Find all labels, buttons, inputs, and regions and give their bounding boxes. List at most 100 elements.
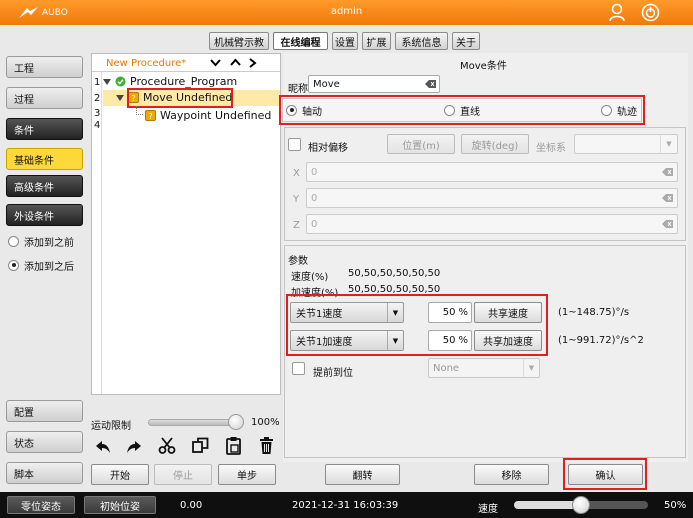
copy-icon[interactable] — [192, 437, 209, 454]
speed-slider-handle[interactable] — [572, 496, 590, 514]
tab-online-programming[interactable]: 在线编程 — [273, 32, 328, 50]
insert-after-radio[interactable] — [8, 259, 19, 271]
move-type-joint[interactable]: 轴动 — [286, 103, 322, 118]
initial-pose-button[interactable]: 初始位姿 — [84, 496, 156, 514]
undo-icon[interactable] — [94, 439, 112, 455]
move-item-highlight — [127, 88, 233, 108]
clear-icon[interactable] — [662, 194, 674, 202]
joint-speed-range: (1~148.75)°/s — [558, 307, 630, 318]
nav-advanced-condition[interactable]: 高级条件 — [6, 175, 83, 197]
svg-text:?: ? — [148, 112, 152, 121]
nav-config[interactable]: 配置 — [6, 400, 83, 422]
trajectory-radio[interactable] — [601, 104, 612, 116]
tab-settings[interactable]: 设置 — [332, 32, 358, 50]
status-value: 0.00 — [180, 500, 203, 511]
relative-offset-label: 相对偏移 — [308, 143, 348, 154]
y-input[interactable]: 0 — [306, 188, 678, 208]
relative-offset-checkbox[interactable] — [288, 138, 301, 151]
insert-before-radio[interactable] — [8, 235, 19, 247]
joint-accel-value: 50 — [442, 335, 456, 346]
move-up-icon[interactable] — [230, 58, 241, 67]
nickname-label: 昵称 — [288, 84, 308, 95]
joint-radio[interactable] — [286, 104, 297, 116]
nav-process[interactable]: 过程 — [6, 87, 83, 109]
motion-limit-value: 100% — [251, 417, 280, 428]
procedure-title[interactable]: New Procedure* — [106, 58, 186, 69]
paste-icon[interactable] — [225, 436, 242, 455]
tab-about[interactable]: 关于 — [452, 32, 480, 50]
joint-label: 轴动 — [302, 106, 322, 118]
nav-project[interactable]: 工程 — [6, 56, 83, 78]
joint-accel-select-value: 关节1加速度 — [296, 337, 353, 348]
expand-all-icon[interactable] — [210, 58, 221, 67]
nav-basic-condition[interactable]: 基础条件 — [6, 148, 83, 170]
motion-limit-handle[interactable] — [228, 414, 244, 430]
tree-item-waypoint[interactable]: ? Waypoint Undefined — [145, 109, 271, 122]
tab-system-info[interactable]: 系统信息 — [395, 32, 448, 50]
position-button[interactable]: 位置(m) — [387, 134, 455, 154]
insert-before-label: 添加到之前 — [24, 237, 74, 249]
collapse-arrow-icon[interactable] — [116, 94, 124, 101]
nav-status[interactable]: 状态 — [6, 431, 83, 453]
x-label: X — [293, 168, 300, 179]
tree-item-waypoint-label: Waypoint Undefined — [160, 109, 272, 122]
move-type-linear[interactable]: 直线 — [444, 103, 480, 118]
nav-condition[interactable]: 条件 — [6, 118, 83, 140]
linear-radio[interactable] — [444, 104, 455, 116]
joint-accel-select[interactable]: 关节1加速度 ▼ — [290, 330, 404, 351]
shared-acceleration-button[interactable]: 共享加速度 — [474, 330, 542, 351]
zero-pose-button[interactable]: 零位姿态 — [7, 496, 75, 514]
joint-speed-select-value: 关节1速度 — [296, 309, 343, 320]
x-input[interactable]: 0 — [306, 162, 678, 182]
collapse-arrow-icon[interactable] — [103, 78, 111, 85]
user-icon[interactable] — [608, 3, 626, 22]
speed-slider-fill — [514, 501, 581, 509]
chevron-down-icon[interactable]: ▼ — [660, 135, 677, 153]
move-down-icon[interactable] — [248, 58, 257, 68]
cut-icon[interactable] — [158, 437, 176, 455]
speed-label: 速度(%) — [291, 272, 329, 283]
coordinate-system-label: 坐标系 — [536, 143, 566, 154]
clear-icon[interactable] — [662, 168, 674, 176]
joint-accel-input[interactable]: 50% — [428, 330, 472, 351]
insert-after-option[interactable]: 添加到之后 — [8, 258, 74, 273]
motion-limit-track[interactable] — [148, 419, 236, 426]
confirm-button[interactable]: 确认 — [568, 464, 643, 485]
shared-speed-button[interactable]: 共享速度 — [474, 302, 542, 323]
stop-button[interactable]: 停止 — [154, 464, 212, 485]
joint-speed-select[interactable]: 关节1速度 ▼ — [290, 302, 404, 323]
z-label: Z — [293, 220, 300, 231]
move-type-trajectory[interactable]: 轨迹 — [601, 103, 637, 118]
clear-icon[interactable] — [425, 80, 437, 88]
z-input[interactable]: 0 — [306, 214, 678, 234]
chevron-down-icon[interactable]: ▼ — [387, 303, 403, 322]
nav-peripheral-condition[interactable]: 外设条件 — [6, 204, 83, 226]
chevron-down-icon[interactable]: ▼ — [387, 331, 403, 350]
line-number-1: 1 — [94, 77, 101, 88]
joint-accel-unit: % — [458, 335, 468, 346]
rotation-button[interactable]: 旋转(deg) — [461, 134, 529, 154]
tree-item-procedure[interactable]: Procedure_Program — [103, 75, 237, 88]
speed-label: 速度 — [478, 504, 498, 515]
flip-button[interactable]: 翻转 — [325, 464, 400, 485]
advance-arrival-checkbox[interactable] — [292, 362, 305, 375]
y-value: 0 — [311, 192, 318, 204]
redo-icon[interactable] — [125, 439, 143, 455]
check-circle-icon — [115, 76, 126, 87]
motion-limit-label: 运动限制 — [91, 421, 131, 432]
nickname-input[interactable]: Move — [308, 75, 440, 93]
clear-icon[interactable] — [662, 220, 674, 228]
power-icon[interactable] — [641, 3, 660, 22]
linear-label: 直线 — [460, 106, 480, 118]
insert-before-option[interactable]: 添加到之前 — [8, 234, 74, 249]
remove-button[interactable]: 移除 — [474, 464, 549, 485]
tree-divider — [92, 71, 280, 72]
chevron-down-icon[interactable]: ▼ — [523, 359, 539, 377]
nav-script[interactable]: 脚本 — [6, 462, 83, 484]
tab-robot-teach[interactable]: 机械臂示教 — [209, 32, 269, 50]
step-button[interactable]: 单步 — [218, 464, 276, 485]
start-button[interactable]: 开始 — [91, 464, 149, 485]
joint-speed-input[interactable]: 50% — [428, 302, 472, 323]
delete-icon[interactable] — [259, 436, 274, 455]
tab-extensions[interactable]: 扩展 — [362, 32, 391, 50]
